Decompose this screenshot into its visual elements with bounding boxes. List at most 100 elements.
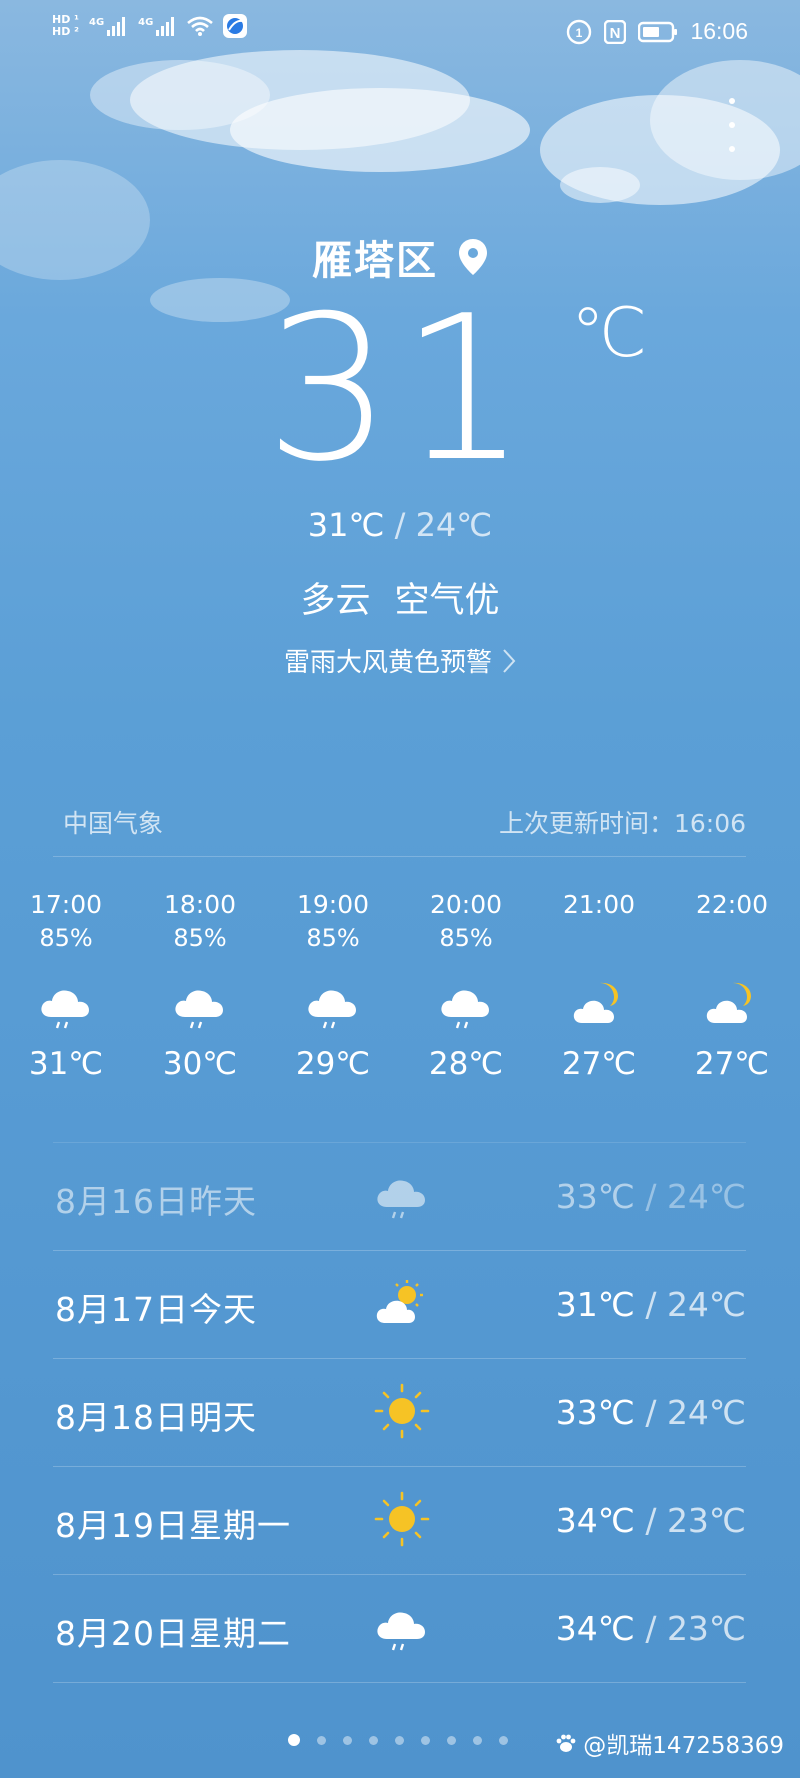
page-dot[interactable] — [473, 1735, 482, 1745]
hourly-item: 17:00 85% 31℃ — [6, 890, 126, 1082]
current-temp-unit: ℃ — [570, 294, 648, 373]
day-high: 34℃ — [555, 1501, 635, 1540]
paw-icon — [556, 1734, 576, 1752]
page-dot[interactable] — [343, 1735, 352, 1745]
daily-row[interactable]: 8月18日明天 33℃ / 24℃ — [53, 1358, 746, 1466]
daily-row[interactable]: 8月20日星期二 34℃ / 23℃ — [53, 1574, 746, 1682]
day-high: 33℃ — [555, 1393, 635, 1432]
page-dot[interactable] — [447, 1735, 456, 1745]
signal-icon — [107, 17, 126, 36]
watermark-text: @凯瑞147258369 — [583, 1733, 784, 1759]
data-source-row: 中国气象 上次更新时间：16:06 — [63, 804, 746, 840]
signal-icon — [156, 17, 175, 36]
hour-temp: 31℃ — [28, 1046, 104, 1082]
hourly-item: 20:00 85% 28℃ — [406, 890, 526, 1082]
page-dot[interactable] — [369, 1735, 378, 1745]
today-high-low: 31℃ / 24℃ — [0, 506, 800, 544]
day-label: 8月20日星期二 — [55, 1614, 291, 1653]
hour-precip: 85% — [39, 924, 93, 952]
day-low: 24℃ — [666, 1285, 746, 1324]
hour-time: 20:00 — [429, 890, 503, 919]
air-quality[interactable]: 空气优 — [395, 581, 500, 621]
hour-temp: 29℃ — [295, 1046, 371, 1082]
divider — [53, 856, 746, 857]
daily-row[interactable]: 8月19日星期一 34℃ / 23℃ — [53, 1466, 746, 1574]
day-separator: / — [634, 1501, 667, 1540]
sim-indicators: HD ¹ HD ² — [52, 13, 79, 38]
wifi-icon — [187, 16, 214, 36]
nfc-icon: N — [604, 19, 627, 44]
hour-time: 19:00 — [296, 890, 370, 919]
weather-alert-link[interactable]: 雷雨大风黄色预警 — [0, 642, 800, 679]
moon-cloud-icon — [573, 982, 618, 1023]
hourly-item: 22:00 27℃ — [672, 890, 792, 1082]
chevron-right-icon — [503, 648, 516, 673]
day-label: 8月19日星期一 — [55, 1506, 291, 1545]
day-label: 8月16日昨天 — [55, 1182, 257, 1221]
hour-temp: 27℃ — [694, 1046, 770, 1082]
sun-icon — [374, 1383, 430, 1439]
page-dot[interactable] — [317, 1735, 326, 1745]
hilo-separator: / — [384, 506, 416, 544]
moon-cloud-icon — [706, 982, 751, 1023]
battery-icon — [638, 21, 678, 42]
hour-precip — [672, 924, 792, 964]
svg-text:1: 1 — [576, 26, 583, 40]
day-high: 33℃ — [555, 1177, 635, 1216]
network2-type: 4G — [138, 17, 154, 28]
sun-icon — [374, 1491, 430, 1547]
page-dot[interactable] — [421, 1735, 430, 1745]
weather-condition: 多云 — [300, 581, 371, 621]
current-condition: 多云 空气优 — [0, 572, 800, 623]
cloud-rain-icon — [377, 1612, 425, 1651]
weather-alert-text: 雷雨大风黄色预警 — [283, 648, 492, 678]
page-dot[interactable] — [395, 1735, 404, 1745]
more-menu-button[interactable] — [720, 98, 744, 152]
day-high: 31℃ — [555, 1285, 635, 1324]
daily-forecast: 8月16日昨天 33℃ / 24℃ 8月17日今天 31℃ / 24℃ 8月18… — [53, 1142, 746, 1684]
divider — [53, 1682, 746, 1684]
hourly-item: 18:00 85% 30℃ — [140, 890, 260, 1082]
sun-cloud-icon — [376, 1280, 423, 1323]
hd-call-icon: 1 — [567, 19, 592, 44]
day-low: 24℃ — [666, 1177, 746, 1216]
page-indicator[interactable] — [288, 1734, 508, 1746]
hour-temp: 30℃ — [162, 1046, 238, 1082]
cloud-rain-icon — [41, 990, 89, 1029]
location-pin-icon — [459, 239, 487, 275]
hour-temp: 28℃ — [428, 1046, 504, 1082]
hour-time: 17:00 — [29, 890, 103, 919]
daily-row[interactable]: 8月17日今天 31℃ / 24℃ — [53, 1250, 746, 1358]
day-low: 23℃ — [666, 1501, 746, 1540]
menu-dot — [729, 146, 735, 152]
hour-time: 22:00 — [695, 890, 769, 919]
menu-dot — [729, 98, 735, 104]
day-high: 34℃ — [555, 1609, 635, 1648]
cloud-rain-icon — [377, 1180, 425, 1219]
hour-temp: 27℃ — [561, 1046, 637, 1082]
current-temp-value: 31 — [264, 273, 536, 506]
day-separator: / — [634, 1609, 667, 1648]
hour-precip: 85% — [439, 924, 493, 952]
hour-time: 18:00 — [163, 890, 237, 919]
day-separator: / — [634, 1177, 667, 1216]
last-updated: 上次更新时间：16:06 — [498, 809, 746, 838]
day-low: 23℃ — [666, 1609, 746, 1648]
hour-precip: 85% — [173, 924, 227, 952]
page-dot[interactable] — [499, 1735, 508, 1745]
data-provider: 中国气象 — [63, 809, 164, 838]
menu-dot — [729, 122, 735, 128]
day-separator: / — [634, 1393, 667, 1432]
today-low: 24℃ — [415, 506, 493, 544]
sim2-label: HD — [52, 25, 71, 38]
daily-row[interactable]: 8月16日昨天 33℃ / 24℃ — [53, 1142, 746, 1250]
day-label: 8月17日今天 — [55, 1290, 257, 1329]
page-dot-active[interactable] — [288, 1734, 300, 1746]
cloud-rain-icon — [175, 990, 223, 1029]
hourly-forecast[interactable]: 17:00 85% 31℃ 18:00 85% 30℃ 19:00 85% 29… — [0, 890, 800, 1110]
today-high: 31℃ — [307, 506, 385, 544]
day-low: 24℃ — [666, 1393, 746, 1432]
svg-text:N: N — [610, 25, 621, 42]
hour-time: 21:00 — [562, 890, 636, 919]
status-time: 16:06 — [690, 18, 748, 44]
